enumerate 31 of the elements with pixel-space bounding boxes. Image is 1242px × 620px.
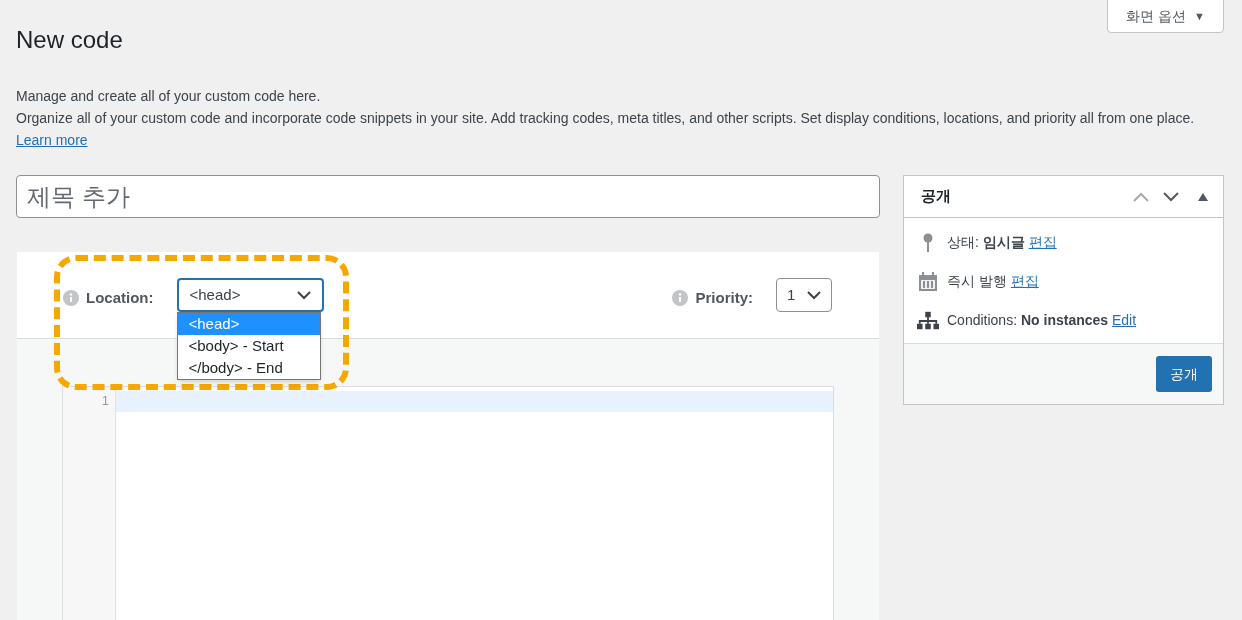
dropdown-option[interactable]: <body> - Start: [177, 335, 320, 357]
info-icon: [672, 290, 689, 307]
location-select[interactable]: <head>: [176, 278, 324, 312]
info-icon: [63, 290, 79, 307]
chevron-down-icon[interactable]: [1163, 191, 1179, 202]
chevron-down-icon: [296, 290, 311, 300]
publish-button[interactable]: 공개: [1156, 356, 1212, 392]
page-heading: New code: [16, 25, 124, 55]
publish-row-text: 상태: 임시글 편집: [947, 233, 1057, 252]
location-label: Location:: [86, 288, 154, 308]
learn-more-link[interactable]: Learn more: [16, 132, 88, 148]
priority-select[interactable]: 1: [776, 278, 832, 312]
edit-link[interactable]: Edit: [1111, 312, 1137, 328]
screen-options-button[interactable]: 화면 옵션 ▼: [1107, 0, 1224, 33]
description-text: Organize all of your custom code and incorporate code snippets in your site. Add tracking codes, meta titles, and other scripts. Set display conditions, locations, and priority all from one place. Learn more: [16, 109, 1196, 150]
sitemap-icon: [917, 310, 939, 331]
edit-link[interactable]: 편집: [1010, 273, 1039, 289]
pin-icon: [922, 232, 934, 253]
dropdown-option[interactable]: <head>: [177, 313, 320, 335]
line-number: 1: [101, 392, 109, 410]
publish-row-text: 즉시 발행 편집: [947, 272, 1039, 291]
dropdown-option[interactable]: </body> - End: [177, 357, 320, 379]
description-text: Manage and create all of your custom code here.: [16, 87, 322, 106]
publish-row-text: Conditions: No instances Edit: [947, 311, 1137, 330]
calendar-icon: [918, 271, 938, 292]
publish-box-title: 공개: [921, 186, 951, 207]
chevron-down-icon: [807, 290, 821, 300]
title-field[interactable]: 제목 추가: [16, 175, 880, 218]
priority-label: Priority:: [695, 288, 753, 308]
collapse-triangle-icon[interactable]: [1198, 192, 1208, 201]
edit-link[interactable]: 편집: [1028, 234, 1057, 250]
